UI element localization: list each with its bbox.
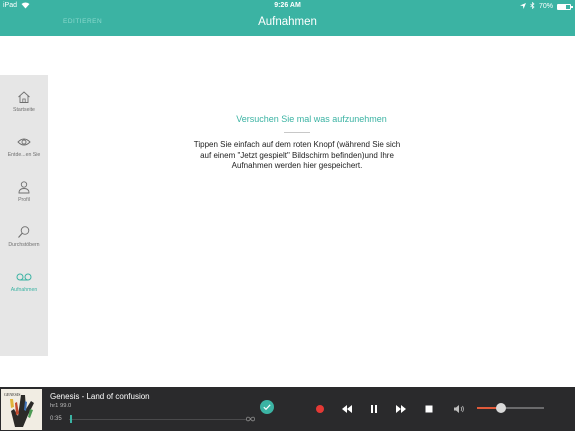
sidebar: Startseite Entde...en Sie Profil Durchst… xyxy=(0,75,48,356)
sidebar-item-home[interactable]: Startseite xyxy=(0,90,48,130)
divider xyxy=(284,132,310,133)
sidebar-item-label: Durchstöbern xyxy=(8,242,40,248)
status-bar: iPad 9:26 AM 70% xyxy=(0,0,575,12)
voicemail-icon xyxy=(0,270,48,284)
volume-icon xyxy=(453,402,465,420)
empty-state-text: Tippen Sie einfach auf dem roten Knopf (… xyxy=(193,140,401,170)
search-icon xyxy=(0,225,48,239)
fast-forward-button[interactable] xyxy=(392,400,410,418)
battery-percent: 70% xyxy=(538,3,553,10)
stop-button[interactable] xyxy=(420,400,438,418)
sidebar-item-label: Entde...en Sie xyxy=(7,152,41,158)
svg-text:GENESIS: GENESIS xyxy=(4,392,20,397)
sidebar-item-browse[interactable]: Durchstöbern xyxy=(0,225,48,265)
infinity-icon xyxy=(246,415,255,424)
sidebar-item-discover[interactable]: Entde...en Sie xyxy=(0,135,48,175)
volume-knob[interactable] xyxy=(496,403,506,413)
album-cover[interactable]: GENESIS xyxy=(1,389,42,430)
empty-state-title: Versuchen Sie mal was aufzunehmen xyxy=(236,114,387,124)
battery-icon xyxy=(557,3,573,10)
home-icon xyxy=(0,90,48,104)
elapsed-time: 0:35 xyxy=(50,416,62,422)
pause-button[interactable] xyxy=(365,400,383,418)
progress-marker[interactable] xyxy=(70,415,72,423)
sidebar-item-label: Profil xyxy=(18,197,30,203)
rewind-button[interactable] xyxy=(338,400,356,418)
check-button[interactable] xyxy=(260,400,274,419)
sidebar-item-label: Aufnahmen xyxy=(10,287,38,293)
location-icon xyxy=(519,2,526,11)
status-time: 9:26 AM xyxy=(274,2,301,9)
person-icon xyxy=(0,180,48,194)
sidebar-item-recordings[interactable]: Aufnahmen xyxy=(0,270,48,310)
progress-bar[interactable] xyxy=(69,419,247,420)
eye-icon xyxy=(0,135,48,149)
sidebar-item-profile[interactable]: Profil xyxy=(0,180,48,220)
player-bar: GENESIS Genesis - Land of confusion hr1 … xyxy=(0,387,575,431)
record-button[interactable] xyxy=(311,400,329,418)
page-title: Aufnahmen xyxy=(258,16,317,28)
station-name: hr1 99.0 xyxy=(50,403,72,409)
sidebar-item-label: Startseite xyxy=(13,107,35,113)
bluetooth-icon xyxy=(530,1,535,11)
track-title: Genesis - Land of confusion xyxy=(50,392,150,401)
volume-slider[interactable] xyxy=(477,407,544,409)
top-bar: iPad 9:26 AM 70% EDITIEREN Aufnahmen xyxy=(0,0,575,36)
